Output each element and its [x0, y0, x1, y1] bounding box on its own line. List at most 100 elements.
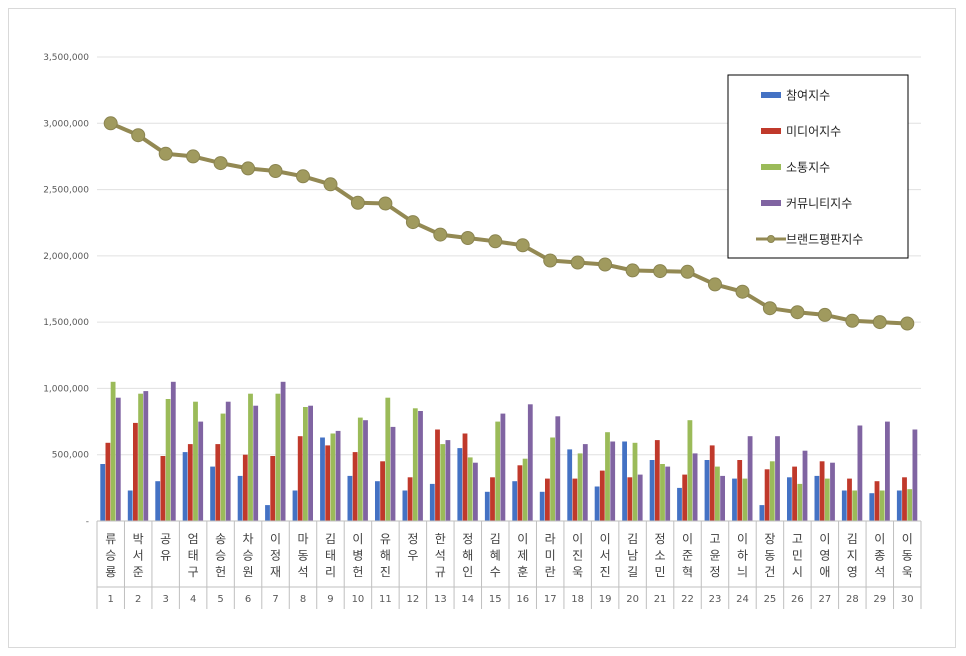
legend-label-2: 미디어지수 — [786, 125, 841, 139]
category-label: 정소민 — [655, 532, 666, 579]
rank-label: 17 — [544, 594, 557, 605]
bar-2 — [160, 456, 166, 521]
bar-1 — [100, 464, 106, 521]
bar-1 — [210, 466, 215, 521]
bar-1 — [347, 475, 353, 521]
bar-2 — [380, 461, 385, 521]
bar-1 — [127, 490, 133, 521]
category-label: 이하늬 — [737, 532, 748, 579]
category-label: 정우 — [407, 532, 418, 563]
bar-1 — [457, 448, 463, 521]
y-tick-label: 1,500,000 — [43, 318, 89, 328]
bar-3 — [138, 393, 143, 521]
bars-layer — [100, 381, 918, 521]
bar-1 — [759, 505, 765, 521]
bar-1 — [375, 481, 380, 521]
category-label: 김태리 — [325, 532, 336, 579]
line-point — [625, 263, 640, 278]
line-point — [680, 264, 695, 279]
category-label: 이정재 — [270, 532, 281, 579]
line-point — [103, 116, 118, 131]
y-tick-label: - — [86, 517, 89, 527]
legend-marker — [767, 235, 775, 243]
bar-3 — [303, 407, 308, 521]
bar-2 — [545, 478, 550, 521]
y-axis-ticks: - 500,000 1,000,000 1,500,000 2,000,000 2,500… — [43, 53, 89, 527]
bar-1 — [622, 441, 627, 521]
category-label: 이진욱 — [572, 532, 583, 579]
category-label: 고윤정 — [709, 532, 720, 579]
line-point — [488, 234, 503, 249]
rank-label: 15 — [489, 594, 502, 605]
line-point — [186, 149, 201, 164]
bar-3 — [852, 490, 858, 521]
bar-3 — [330, 433, 336, 521]
y-tick-label: 3,500,000 — [43, 53, 89, 63]
bar-4 — [170, 381, 176, 521]
line-point — [598, 257, 613, 272]
bar-4 — [335, 430, 341, 521]
bar-4 — [473, 462, 478, 521]
bar-3 — [824, 478, 830, 521]
legend-swatch-1 — [761, 92, 781, 98]
bar-4 — [692, 453, 698, 521]
legend-label-1: 참여지수 — [786, 89, 830, 103]
bar-2 — [490, 477, 495, 521]
line-point — [762, 301, 777, 316]
rank-label: 12 — [406, 594, 419, 605]
y-tick-label: 3,000,000 — [43, 119, 89, 129]
bar-2 — [709, 445, 715, 521]
category-label: 이서진 — [600, 532, 611, 579]
line-point — [213, 156, 228, 171]
line-point — [350, 195, 365, 210]
bar-4 — [418, 411, 423, 521]
bar-2 — [105, 442, 111, 521]
bar-1 — [787, 477, 792, 521]
bar-3 — [687, 420, 693, 521]
bar-4 — [802, 450, 808, 521]
bar-2 — [737, 460, 743, 521]
rank-label: 13 — [434, 594, 447, 605]
rank-label: 2 — [135, 594, 141, 605]
line-point — [900, 316, 915, 331]
bar-4 — [885, 421, 890, 521]
bar-4 — [143, 391, 149, 521]
bar-1 — [429, 483, 435, 521]
bar-2 — [654, 440, 660, 521]
bar-4 — [637, 474, 643, 521]
category-label: 이병헌 — [352, 532, 363, 579]
bar-1 — [814, 475, 820, 521]
bar-4 — [527, 404, 533, 521]
rank-label: 6 — [245, 594, 251, 605]
category-label: 차승원 — [243, 532, 254, 579]
bar-4 — [665, 466, 671, 521]
line-point — [460, 231, 475, 245]
bar-1 — [182, 452, 188, 521]
bar-3 — [907, 489, 913, 521]
rank-label: 10 — [352, 594, 365, 605]
rank-label: 4 — [190, 594, 196, 605]
category-label: 공유 — [160, 532, 171, 563]
bar-3 — [742, 478, 748, 521]
bar-2 — [462, 433, 468, 521]
bar-1 — [265, 505, 270, 521]
category-label: 고민시 — [792, 532, 803, 579]
bar-1 — [402, 490, 408, 521]
bar-3 — [248, 393, 253, 521]
bar-2 — [599, 470, 605, 521]
bar-1 — [677, 487, 682, 521]
bar-1 — [320, 437, 325, 521]
bar-2 — [407, 477, 413, 521]
y-tick-label: 2,000,000 — [43, 252, 89, 262]
line-point — [872, 315, 887, 330]
bar-1 — [896, 490, 902, 521]
line-point — [241, 161, 256, 176]
bar-3 — [412, 408, 418, 521]
category-label: 김지영 — [847, 532, 858, 579]
bar-3 — [550, 437, 555, 521]
rank-label: 8 — [300, 594, 306, 605]
line-point — [515, 238, 530, 253]
rank-label: 14 — [461, 594, 474, 605]
bar-4 — [582, 444, 588, 521]
legend-swatch-3 — [761, 164, 781, 170]
